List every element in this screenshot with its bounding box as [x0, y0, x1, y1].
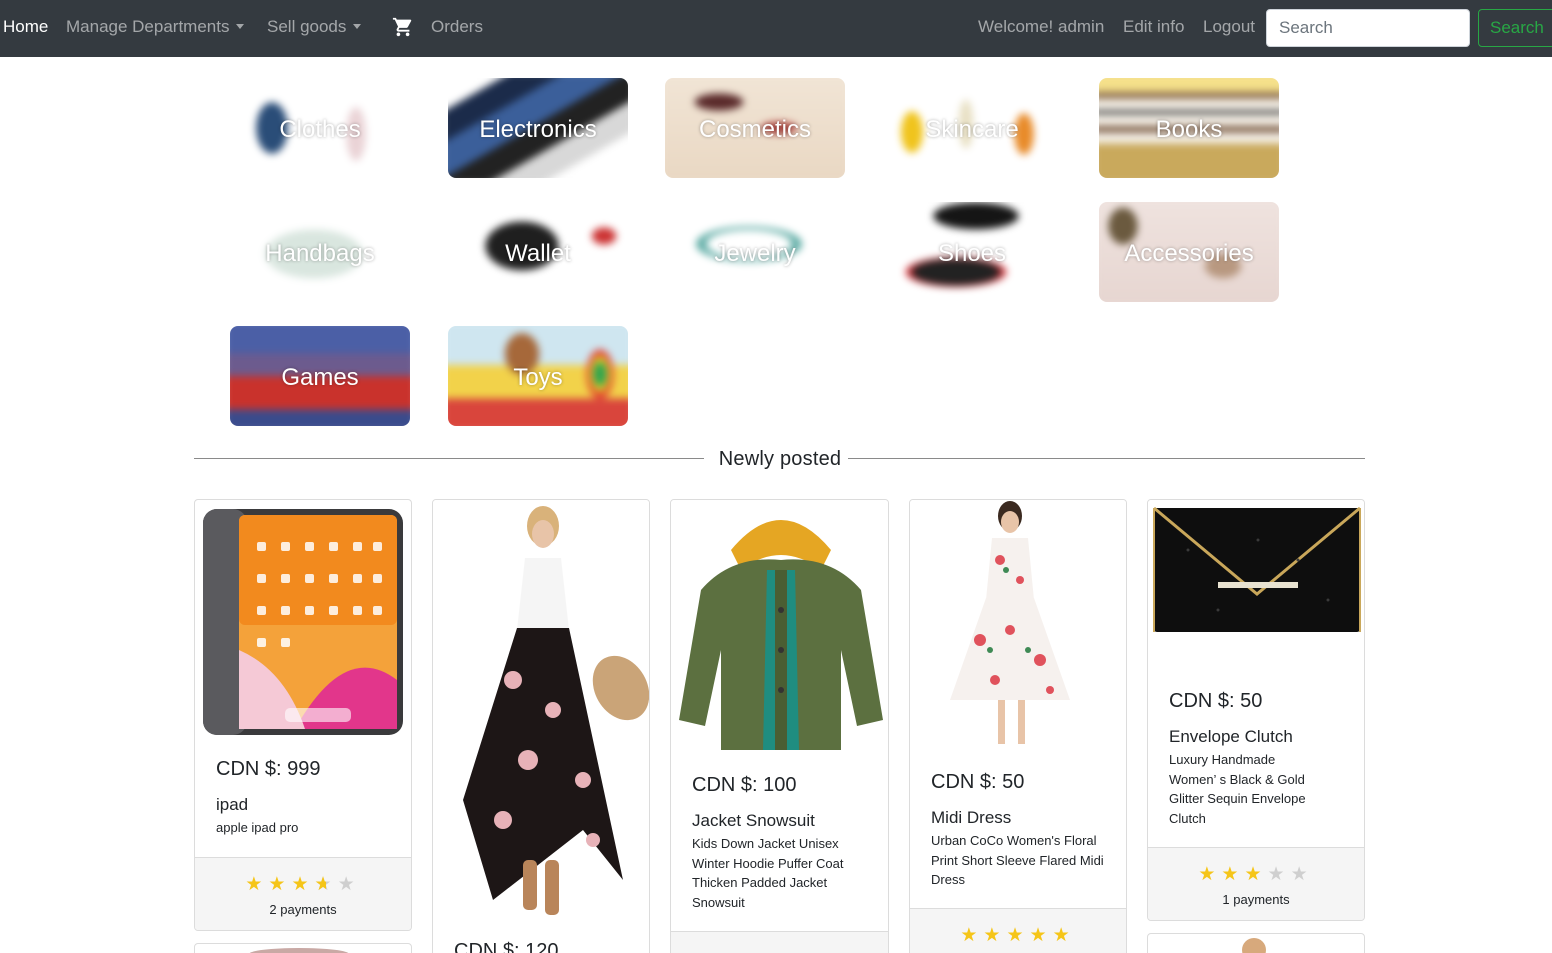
product-price: CDN $: 999: [216, 758, 321, 780]
chevron-down-icon: [353, 24, 362, 29]
star-icon: ★: [1244, 864, 1268, 885]
category-label: Clothes: [279, 116, 361, 143]
category-label: Electronics: [479, 116, 597, 143]
empty-star-icon: ★: [1267, 864, 1291, 885]
category-tile-skincare[interactable]: Skincare: [882, 78, 1062, 178]
star-icon: ★: [1029, 925, 1053, 946]
product-image: [195, 500, 411, 740]
category-tile-electronics[interactable]: Electronics: [448, 78, 628, 178]
star-icon: ★: [983, 925, 1007, 946]
product-card[interactable]: CDN $: 120: [432, 499, 650, 953]
product-image: [195, 944, 411, 953]
star-icon: ★: [291, 874, 315, 895]
product-image: [910, 500, 1126, 760]
category-label: Games: [281, 364, 359, 391]
product-name[interactable]: Envelope Clutch: [1169, 727, 1293, 747]
half-star-icon: ★: [315, 874, 338, 896]
category-tile-wallet[interactable]: Wallet: [448, 202, 628, 302]
nav-logout-link[interactable]: Logout: [1203, 17, 1255, 37]
product-footer: ★★★★★: [910, 908, 1126, 953]
category-label: Skincare: [925, 116, 1019, 143]
rating-stars: ★★★★★: [1148, 864, 1364, 886]
nav-home-link[interactable]: Home: [3, 17, 48, 37]
empty-star-icon: ★: [1290, 864, 1314, 885]
product-name[interactable]: Midi Dress: [931, 808, 1011, 828]
product-description: Luxury Handmade Women’ s Black & Gold Gl…: [1169, 752, 1306, 826]
welcome-text: Welcome! admin: [978, 17, 1105, 36]
payments-count: 1 payments: [1222, 892, 1290, 907]
star-icon: ★: [1006, 925, 1030, 946]
product-description: Kids Down Jacket Unisex Winter Hoodie Pu…: [692, 836, 844, 910]
category-label: Books: [1155, 116, 1223, 143]
product-price: CDN $: 50: [931, 771, 1025, 793]
category-label: Cosmetics: [698, 116, 812, 143]
chevron-down-icon: [236, 24, 245, 29]
category-label: Wallet: [505, 240, 571, 267]
product-image: [671, 500, 888, 762]
product-name[interactable]: Jacket Snowsuit: [692, 811, 815, 831]
nav-edit-info-link[interactable]: Edit info: [1123, 17, 1184, 37]
section-title: Newly posted: [718, 448, 842, 470]
product-card[interactable]: [1147, 933, 1365, 953]
empty-star-icon: ★: [337, 874, 361, 895]
product-description: Urban CoCo Women's Floral Print Short Sl…: [931, 833, 1104, 887]
shopping-cart-icon[interactable]: [392, 16, 414, 43]
product-card[interactable]: CDN $: 100 Jacket Snowsuit Kids Down Jac…: [670, 499, 889, 953]
product-card[interactable]: CDN $: 999 ipad apple ipad pro ★★★★★ 2 p…: [194, 499, 412, 931]
category-label: Shoes: [937, 240, 1007, 267]
category-tile-jewelry[interactable]: Jewelry: [665, 202, 845, 302]
star-icon: ★: [1221, 864, 1245, 885]
payments-count: 2 payments: [269, 902, 337, 917]
star-icon: ★: [1198, 864, 1222, 885]
star-icon: ★: [268, 874, 292, 895]
search-button[interactable]: Search: [1478, 9, 1552, 47]
product-footer: ★★★★★ 1 payments: [1148, 847, 1364, 920]
product-card[interactable]: [194, 943, 412, 953]
nav-manage-departments-dropdown[interactable]: Manage Departments: [66, 17, 245, 37]
product-price: CDN $: 120: [454, 940, 559, 953]
star-icon: ★: [245, 874, 269, 895]
nav-orders-link[interactable]: Orders: [431, 17, 483, 37]
category-tile-toys[interactable]: Toys: [448, 326, 628, 426]
rating-stars: ★★★★★: [195, 874, 411, 896]
nav-sell-goods-dropdown[interactable]: Sell goods: [267, 17, 362, 37]
divider-line-right: [848, 458, 1365, 459]
nav-manage-departments-label: Manage Departments: [66, 17, 230, 36]
product-image: [433, 500, 649, 925]
product-card[interactable]: CDN $: 50 Envelope Clutch Luxury Handmad…: [1147, 499, 1365, 921]
product-description: apple ipad pro: [216, 820, 299, 835]
rating-stars: ★★★★★: [910, 925, 1126, 947]
nav-sell-goods-label: Sell goods: [267, 17, 347, 36]
category-tile-books[interactable]: Books: [1099, 78, 1279, 178]
category-tile-games[interactable]: Games: [230, 326, 410, 426]
divider-line-left: [194, 458, 704, 459]
category-tile-handbags[interactable]: Handbags: [230, 202, 410, 302]
category-tile-cosmetics[interactable]: Cosmetics: [665, 78, 845, 178]
category-tile-accessories[interactable]: Accessories: [1099, 202, 1279, 302]
star-icon: ★: [960, 925, 984, 946]
category-label: Handbags: [265, 240, 375, 267]
product-name[interactable]: ipad: [216, 795, 248, 815]
search-input[interactable]: [1266, 9, 1470, 47]
top-navbar: Home Manage Departments Sell goods Order…: [0, 0, 1552, 57]
product-image: [1148, 500, 1364, 670]
product-price: CDN $: 50: [1169, 690, 1263, 712]
category-label: Jewelry: [714, 240, 796, 267]
category-tile-clothes[interactable]: Clothes: [230, 78, 410, 178]
category-label: Accessories: [1124, 240, 1254, 267]
category-tile-shoes[interactable]: Shoes: [882, 202, 1062, 302]
product-image: [1148, 934, 1364, 953]
product-card[interactable]: CDN $: 50 Midi Dress Urban CoCo Women's …: [909, 499, 1127, 953]
star-icon: ★: [1052, 925, 1076, 946]
product-footer: [671, 931, 888, 953]
category-label: Toys: [513, 364, 563, 391]
product-footer: ★★★★★ 2 payments: [195, 857, 411, 930]
product-price: CDN $: 100: [692, 774, 797, 796]
